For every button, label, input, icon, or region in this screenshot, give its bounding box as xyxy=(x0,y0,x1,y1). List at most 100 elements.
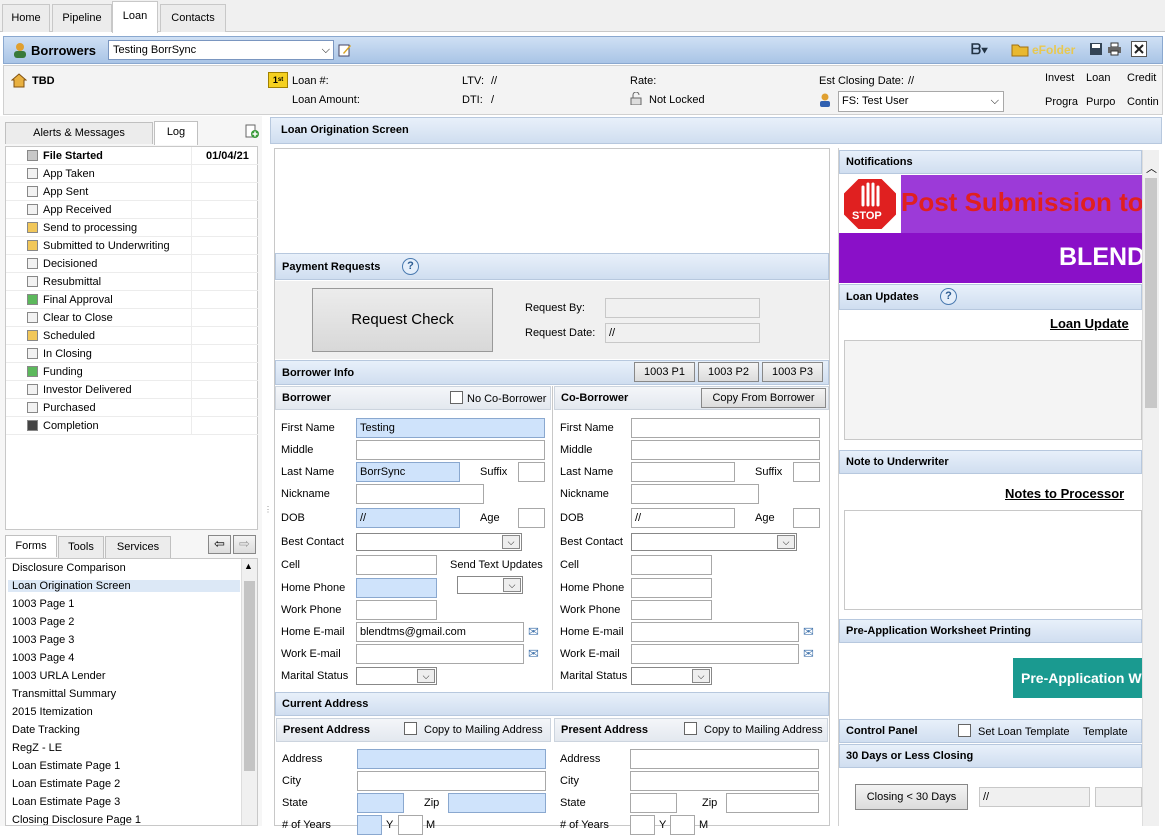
b-work-email-icon[interactable]: ✉ xyxy=(528,646,539,662)
log-row[interactable]: In Closing xyxy=(6,345,258,363)
co-months-field[interactable] xyxy=(670,815,695,835)
co-copy-mailing-checkbox[interactable] xyxy=(684,722,697,735)
b-menu-icon[interactable]: ᗷ▾ xyxy=(971,41,988,58)
main-scrollbar[interactable]: ︿ xyxy=(1142,150,1159,826)
form-list-item[interactable]: 2015 Itemization xyxy=(12,706,93,718)
c-best-contact-select[interactable]: ⌵ xyxy=(631,533,797,551)
help-icon[interactable]: ? xyxy=(940,288,957,305)
co-address-field[interactable] xyxy=(630,749,819,769)
form-list-item[interactable]: Loan Estimate Page 2 xyxy=(12,778,120,790)
c-age-field[interactable] xyxy=(793,508,820,528)
copy-mailing-checkbox[interactable] xyxy=(404,722,417,735)
1003-p3-button[interactable]: 1003 P3 xyxy=(762,362,823,382)
print-icon[interactable] xyxy=(1107,42,1122,56)
log-row[interactable]: Decisioned xyxy=(6,255,258,273)
1003-p2-button[interactable]: 1003 P2 xyxy=(698,362,759,382)
tab-forms[interactable]: Forms xyxy=(5,535,57,557)
copy-from-borrower-button[interactable]: Copy From Borrower xyxy=(701,388,826,408)
efolder-icon[interactable] xyxy=(1011,42,1029,57)
log-row[interactable]: App Received xyxy=(6,201,258,219)
co-years-field[interactable] xyxy=(630,815,655,835)
splitter-handle[interactable]: ⋮ xyxy=(264,505,272,514)
co-state-field[interactable] xyxy=(630,793,677,813)
no-coborrower-checkbox[interactable] xyxy=(450,391,463,404)
main-scroll-thumb[interactable] xyxy=(1145,178,1157,408)
log-row[interactable]: Resubmittal xyxy=(6,273,258,291)
log-row[interactable]: App Taken xyxy=(6,165,258,183)
log-row[interactable]: Purchased xyxy=(6,399,258,417)
co-city-field[interactable] xyxy=(630,771,819,791)
log-row[interactable]: File Started 01/04/21 xyxy=(6,147,258,165)
address-field[interactable] xyxy=(357,749,546,769)
b-last-name-field[interactable]: BorrSync xyxy=(356,462,460,482)
c-middle-field[interactable] xyxy=(631,440,820,460)
back-arrow-icon[interactable]: ⇦ xyxy=(208,535,231,554)
c-cell-field[interactable] xyxy=(631,555,712,575)
tab-pipeline[interactable]: Pipeline xyxy=(52,4,112,32)
log-row[interactable]: Send to processing xyxy=(6,219,258,237)
log-row[interactable]: Final Approval xyxy=(6,291,258,309)
form-list-item[interactable]: 1003 Page 4 xyxy=(12,652,74,664)
closing-extra-field[interactable] xyxy=(1095,787,1142,807)
form-list-item[interactable]: 1003 URLA Lender xyxy=(12,670,106,682)
tab-contacts[interactable]: Contacts xyxy=(160,4,226,32)
tab-log[interactable]: Log xyxy=(154,121,198,145)
tab-loan[interactable]: Loan xyxy=(112,1,158,33)
form-list-item[interactable]: 1003 Page 3 xyxy=(12,634,74,646)
b-home-email-icon[interactable]: ✉ xyxy=(528,624,539,640)
b-dob-field[interactable]: // xyxy=(356,508,460,528)
request-date-field[interactable]: // xyxy=(605,323,760,343)
b-age-field[interactable] xyxy=(518,508,545,528)
c-home-phone-field[interactable] xyxy=(631,578,712,598)
form-list-item[interactable]: Date Tracking xyxy=(12,724,80,736)
loan-update-textarea[interactable] xyxy=(844,340,1142,440)
form-list-item[interactable]: Disclosure Comparison xyxy=(12,562,126,574)
c-suffix-field[interactable] xyxy=(793,462,820,482)
closing-date-field[interactable]: // xyxy=(979,787,1090,807)
log-row[interactable]: Completion xyxy=(6,417,258,435)
months-field[interactable] xyxy=(398,815,423,835)
c-work-email-icon[interactable]: ✉ xyxy=(803,646,814,662)
log-row[interactable]: Scheduled xyxy=(6,327,258,345)
notes-processor-textarea[interactable] xyxy=(844,510,1142,610)
b-nickname-field[interactable] xyxy=(356,484,484,504)
close-icon[interactable] xyxy=(1131,41,1147,57)
co-zip-field[interactable] xyxy=(726,793,819,813)
form-list-item[interactable]: RegZ - LE xyxy=(12,742,62,754)
c-home-email-field[interactable] xyxy=(631,622,799,642)
c-marital-status-select[interactable]: ⌵ xyxy=(631,667,712,685)
b-first-name-field[interactable]: Testing xyxy=(356,418,545,438)
form-list-item[interactable]: Transmittal Summary xyxy=(12,688,116,700)
b-home-email-field[interactable]: blendtms@gmail.com xyxy=(356,622,524,642)
efolder-label[interactable]: eFolder xyxy=(1032,43,1075,57)
b-best-contact-select[interactable]: ⌵ xyxy=(356,533,522,551)
log-row[interactable]: App Sent xyxy=(6,183,258,201)
b-cell-field[interactable] xyxy=(356,555,437,575)
c-home-email-icon[interactable]: ✉ xyxy=(803,624,814,640)
closing-30-button[interactable]: Closing < 30 Days xyxy=(855,784,968,810)
edit-icon[interactable] xyxy=(338,43,352,57)
form-list-item[interactable]: Loan Estimate Page 1 xyxy=(12,760,120,772)
scroll-thumb[interactable] xyxy=(244,581,255,771)
c-first-name-field[interactable] xyxy=(631,418,820,438)
tab-home[interactable]: Home xyxy=(2,4,50,32)
borrower-select[interactable]: Testing BorrSync ⌵ xyxy=(108,40,334,60)
c-nickname-field[interactable] xyxy=(631,484,759,504)
c-dob-field[interactable]: // xyxy=(631,508,735,528)
form-list-item[interactable]: Loan Estimate Page 3 xyxy=(12,796,120,808)
log-row[interactable]: Clear to Close xyxy=(6,309,258,327)
b-home-phone-field[interactable] xyxy=(356,578,437,598)
b-work-email-field[interactable] xyxy=(356,644,524,664)
tab-alerts-messages[interactable]: Alerts & Messages xyxy=(5,122,153,144)
b-marital-status-select[interactable]: ⌵ xyxy=(356,667,437,685)
form-list-item[interactable]: Loan Origination Screen xyxy=(8,580,240,592)
save-icon[interactable] xyxy=(1089,42,1103,56)
b-middle-field[interactable] xyxy=(356,440,545,460)
officer-select[interactable]: FS: Test User ⌵ xyxy=(838,91,1004,112)
b-suffix-field[interactable] xyxy=(518,462,545,482)
tab-tools[interactable]: Tools xyxy=(58,536,104,558)
set-template-checkbox[interactable] xyxy=(958,724,971,737)
preapp-button[interactable]: Pre-Application W xyxy=(1013,658,1142,698)
c-work-phone-field[interactable] xyxy=(631,600,712,620)
help-icon[interactable]: ? xyxy=(402,258,419,275)
